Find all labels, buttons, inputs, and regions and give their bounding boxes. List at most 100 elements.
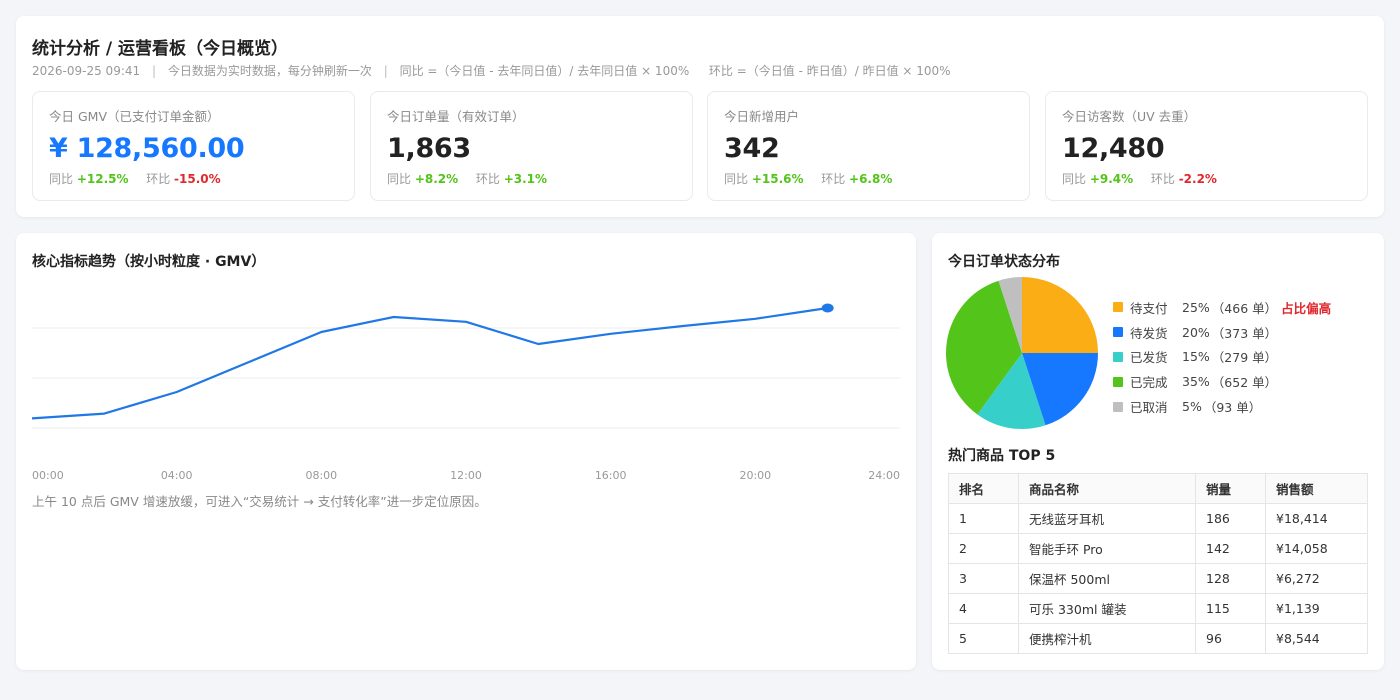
kpi-yoy-value: +12.5% [76, 172, 129, 186]
kpi-value: ¥ 128,560.00 [49, 133, 245, 164]
legend-count: （466 单） [1211, 300, 1278, 316]
gmv-series-line [31, 306, 828, 420]
x-axis-tick-label: 20:00 [739, 469, 771, 482]
kpi-comparison: 同比 +15.6% 环比 +6.8% [724, 170, 1013, 187]
x-axis-tick-label: 04:00 [161, 469, 193, 482]
legend-percent: 20% [1182, 324, 1210, 340]
legend-percent: 15% [1182, 349, 1210, 365]
legend-item[interactable]: 待支付 25% （466 单） 占比偏高 [1113, 295, 1331, 320]
header-mom-formula: 环比 =（今日值 - 昨日值）/ 昨日值 × 100% [708, 64, 951, 78]
kpi-label: 今日 GMV（已支付订单金额） [49, 109, 220, 124]
table-cell: ¥1,139 [1265, 593, 1368, 624]
kpi-mom-value: -2.2% [1178, 172, 1217, 186]
table-cell: ¥18,414 [1265, 503, 1368, 534]
table-row[interactable]: 3 保温杯 500ml 128 ¥6,272 [948, 563, 1368, 594]
table-cell: 保温杯 500ml [1018, 563, 1196, 594]
table-cell: 128 [1195, 563, 1266, 594]
legend-swatch [1113, 351, 1123, 362]
table-cell: 5 [948, 623, 1019, 654]
pie-legend: 待支付 25% （466 单） 占比偏高待发货 20% （373 单） 已发货 15% （279… [1113, 295, 1331, 419]
legend-item[interactable]: 已发货 15% （279 单） [1113, 345, 1331, 370]
top5-title: 热门商品 TOP 5 [948, 448, 1056, 464]
table-row[interactable]: 4 可乐 330ml 罐装 115 ¥1,139 [948, 593, 1368, 624]
kpi-yoy-value: +8.2% [414, 172, 459, 186]
column-header[interactable]: 销售额 [1265, 473, 1368, 504]
status-panel: 今日订单状态分布 待支付 25% （466 单） 占比偏高 待发货 20% （373 单）已… [932, 233, 1384, 670]
kpi-yoy-value: +9.4% [1089, 172, 1134, 186]
kpi-mom-label: 环比 [821, 172, 846, 186]
legend-name: 待支付 [1130, 300, 1168, 316]
table-cell: 1 [948, 503, 1019, 534]
x-axis-tick-label: 16:00 [595, 469, 627, 482]
table-row[interactable]: 1 无线蓝牙耳机 186 ¥18,414 [948, 503, 1368, 534]
legend-name: 已取消 [1130, 400, 1168, 416]
table-cell: 96 [1195, 623, 1266, 654]
kpi-comparison: 同比 +9.4% 环比 -2.2% [1062, 170, 1351, 187]
page-title: 统计分析 / 运营看板（今日概览） [32, 39, 289, 59]
column-header[interactable]: 销量 [1195, 473, 1266, 504]
header-refresh-note: 今日数据为实时数据，每分钟刷新一次 [167, 64, 372, 78]
table-cell: 4 [948, 593, 1019, 624]
table-cell: 可乐 330ml 罐装 [1018, 593, 1196, 624]
kpi-comparison: 同比 +12.5% 环比 -15.0% [49, 170, 338, 187]
legend-swatch [1113, 327, 1123, 338]
table-cell: ¥8,544 [1265, 623, 1368, 654]
legend-count: （373 单） [1211, 325, 1278, 341]
kpi-yoy-label: 同比 [1062, 172, 1087, 186]
x-axis-tick-label: 12:00 [450, 469, 482, 482]
table-row[interactable]: 2 智能手环 Pro 142 ¥14,058 [948, 533, 1368, 564]
table-cell: ¥14,058 [1265, 533, 1368, 564]
table-cell: 便携榨汁机 [1018, 623, 1196, 654]
kpi-value: 12,480 [1062, 133, 1165, 164]
legend-count: （93 单） [1203, 400, 1262, 416]
table-cell: 186 [1195, 503, 1266, 534]
overview-panel: 统计分析 / 运营看板（今日概览） 2026-09-25 09:41 | 今日数… [16, 16, 1384, 217]
table-header-row: 排名 商品名称 销量 销售额 [948, 473, 1368, 504]
kpi-yoy-label: 同比 [49, 172, 74, 186]
table-cell: 142 [1195, 533, 1266, 564]
table-cell: 2 [948, 533, 1019, 564]
kpi-mom-label: 环比 [1150, 172, 1175, 186]
kpi-mom-value: +6.8% [849, 172, 893, 186]
table-row[interactable]: 5 便携榨汁机 96 ¥8,544 [948, 623, 1368, 654]
kpi-value: 1,863 [387, 133, 471, 164]
header-separator: | [383, 64, 388, 78]
kpi-mom-value: +3.1% [503, 172, 548, 186]
legend-swatch [1113, 376, 1123, 387]
kpi-mom-label: 环比 [475, 172, 500, 186]
status-title: 今日订单状态分布 [948, 254, 1060, 270]
kpi-label: 今日新增用户 [724, 109, 800, 124]
legend-warning-badge: 占比偏高 [1281, 300, 1332, 316]
table-cell: 115 [1195, 593, 1266, 624]
header-timestamp: 2026-09-25 09:41 [32, 64, 141, 78]
kpi-card-orders[interactable]: 今日订单量（有效订单） 1,863 同比 +8.2% 环比 +3.1% [370, 91, 693, 201]
latest-point-marker[interactable] [821, 303, 834, 313]
legend-swatch [1113, 302, 1123, 313]
legend-item[interactable]: 已取消 5% （93 单） [1113, 394, 1331, 419]
kpi-card-gmv[interactable]: 今日 GMV（已支付订单金额） ¥ 128,560.00 同比 +12.5% 环… [32, 91, 355, 201]
x-axis-tick-label: 08:00 [305, 469, 337, 482]
legend-count: （279 单） [1211, 350, 1278, 366]
legend-item[interactable]: 已完成 35% （652 单） [1113, 369, 1331, 394]
pie-slice[interactable] [1022, 277, 1098, 353]
table-cell: ¥6,272 [1265, 563, 1368, 594]
header-yoy-formula: 同比 =（今日值 - 去年同日值）/ 去年同日值 × 100% [399, 64, 690, 78]
header-separator: | [151, 64, 157, 78]
kpi-yoy-value: +15.6% [751, 172, 804, 186]
table-cell: 3 [948, 563, 1019, 594]
x-axis-tick-label: 24:00 [868, 469, 900, 482]
legend-percent: 25% [1182, 299, 1210, 315]
legend-count: （652 单） [1211, 375, 1278, 391]
kpi-comparison: 同比 +8.2% 环比 +3.1% [387, 170, 676, 187]
column-header[interactable]: 排名 [948, 473, 1019, 504]
kpi-card-new-users[interactable]: 今日新增用户 342 同比 +15.6% 环比 +6.8% [707, 91, 1030, 201]
trend-line-chart: 00:00 04:00 08:00 12:00 16:00 20:00 24:00 [31, 303, 900, 482]
legend-item[interactable]: 待发货 20% （373 单） [1113, 320, 1331, 345]
column-header[interactable]: 商品名称 [1018, 473, 1196, 504]
order-status-pie-chart [945, 277, 1098, 430]
kpi-card-visitors[interactable]: 今日访客数（UV 去重） 12,480 同比 +9.4% 环比 -2.2% [1045, 91, 1368, 201]
legend-name: 待发货 [1130, 325, 1168, 341]
header-subline: 2026-09-25 09:41 | 今日数据为实时数据，每分钟刷新一次 | 同… [32, 62, 951, 79]
legend-name: 已发货 [1130, 350, 1168, 366]
legend-percent: 5% [1182, 399, 1202, 415]
